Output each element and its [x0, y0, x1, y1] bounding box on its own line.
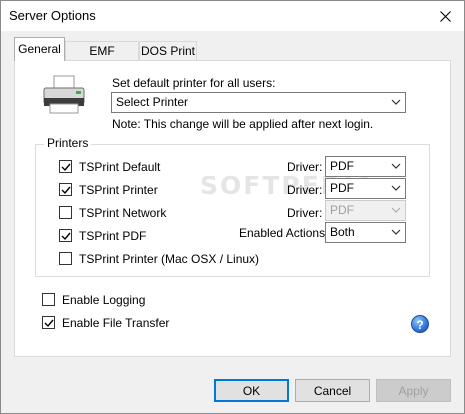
tsprint-printer-driver-select[interactable]: PDF	[325, 178, 406, 199]
ok-button[interactable]: OK	[214, 379, 289, 402]
tsprint-mac-linux-checkbox[interactable]	[59, 252, 72, 265]
tsprint-printer-driver-label: Driver:	[287, 183, 323, 197]
chevron-down-icon	[391, 229, 401, 235]
apply-button[interactable]: Apply	[376, 379, 451, 402]
tsprint-network-driver-select[interactable]: PDF	[325, 200, 406, 221]
tab-emf-settings[interactable]: EMF Settings	[65, 41, 139, 72]
tsprint-printer-checkbox[interactable]	[59, 183, 72, 196]
tsprint-pdf-label: TSPrint PDF	[79, 229, 147, 243]
tsprint-default-driver-select[interactable]: PDF	[325, 156, 406, 177]
tsprint-network-driver-label: Driver:	[287, 206, 323, 220]
tsprint-network-checkbox[interactable]	[59, 206, 72, 219]
tsprint-pdf-actions-label: Enabled Actions:	[239, 226, 329, 240]
printer-icon	[43, 75, 85, 114]
tsprint-default-checkbox[interactable]	[59, 160, 72, 173]
tab-general[interactable]: General	[14, 37, 65, 61]
tsprint-mac-linux-label: TSPrint Printer (Mac OSX / Linux)	[79, 252, 260, 266]
tab-dos-print[interactable]: DOS Print	[139, 41, 197, 60]
checkmark-icon	[61, 163, 71, 172]
checkmark-icon	[44, 319, 54, 328]
checkmark-icon	[61, 232, 71, 241]
default-printer-value: Select Printer	[116, 95, 189, 109]
chevron-down-icon	[391, 163, 401, 169]
default-printer-note: Note: This change will be applied after …	[112, 117, 374, 131]
tsprint-network-label: TSPrint Network	[79, 206, 167, 220]
window-title: Server Options	[9, 8, 96, 23]
tsprint-default-label: TSPrint Default	[79, 160, 161, 174]
enable-file-transfer-checkbox[interactable]	[42, 316, 55, 329]
tsprint-default-driver-label: Driver:	[287, 160, 323, 174]
close-button[interactable]	[427, 1, 463, 31]
tsprint-default-driver-value: PDF	[330, 159, 354, 173]
chevron-down-icon	[391, 99, 401, 105]
chevron-down-icon	[391, 207, 401, 213]
close-icon	[439, 10, 451, 22]
tsprint-pdf-actions-value: Both	[330, 225, 355, 239]
tsprint-network-driver-value: PDF	[330, 203, 354, 217]
tsprint-printer-label: TSPrint Printer	[79, 183, 158, 197]
tsprint-pdf-checkbox[interactable]	[59, 229, 72, 242]
enable-file-transfer-label: Enable File Transfer	[62, 316, 170, 330]
enable-logging-label: Enable Logging	[62, 293, 146, 307]
tsprint-printer-driver-value: PDF	[330, 181, 354, 195]
chevron-down-icon	[391, 185, 401, 191]
help-icon[interactable]: ?	[411, 315, 429, 333]
checkmark-icon	[61, 186, 71, 195]
default-printer-select[interactable]: Select Printer	[111, 92, 406, 113]
cancel-button[interactable]: Cancel	[295, 379, 370, 402]
printers-group-label: Printers	[44, 136, 92, 150]
title-bar[interactable]: Server Options	[1, 1, 464, 31]
tsprint-pdf-actions-select[interactable]: Both	[325, 222, 406, 243]
enable-logging-checkbox[interactable]	[42, 293, 55, 306]
default-printer-label: Set default printer for all users:	[112, 76, 276, 90]
